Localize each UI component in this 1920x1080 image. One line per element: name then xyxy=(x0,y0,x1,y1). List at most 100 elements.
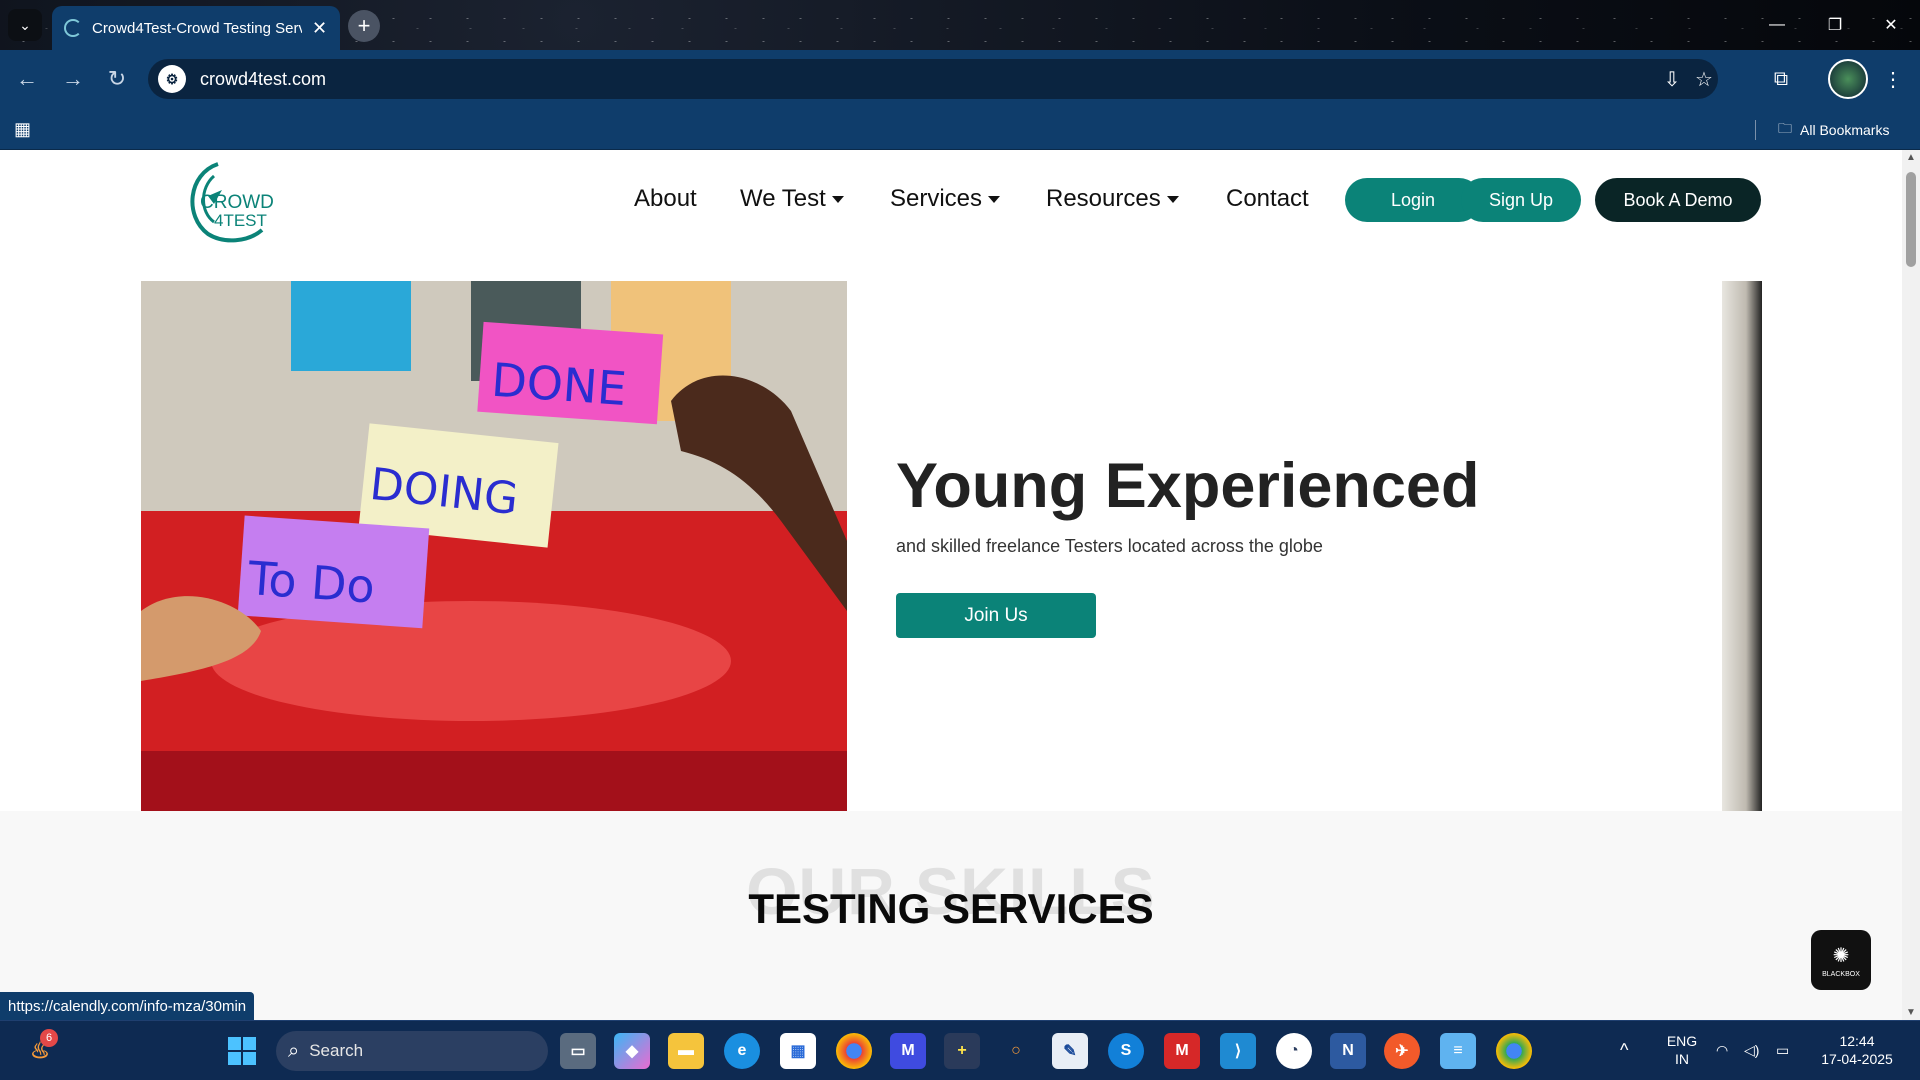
tab-search-button[interactable]: ⌄ xyxy=(8,9,42,41)
tab-title: Crowd4Test-Crowd Testing Serv xyxy=(92,19,302,37)
clock-time: 12:44 xyxy=(1839,1033,1875,1049)
task-view-icon[interactable]: ▭ xyxy=(560,1033,596,1069)
app-icon-plus[interactable]: + xyxy=(944,1033,980,1069)
language-indicator[interactable]: ENG IN xyxy=(1664,1032,1700,1068)
install-app-icon[interactable]: ⇩ xyxy=(1658,65,1686,93)
hero-image: DONE DOING To Do xyxy=(141,281,847,811)
tray-overflow-icon[interactable]: ^ xyxy=(1620,1041,1628,1059)
book-demo-button[interactable]: Book A Demo xyxy=(1595,178,1761,222)
sticky-note-todo: To Do xyxy=(245,551,376,614)
notepad-icon[interactable]: ≡ xyxy=(1440,1033,1476,1069)
nav-about-label: About xyxy=(634,185,697,212)
extensions-icon[interactable]: ⧉ xyxy=(1764,62,1798,96)
app-icon-gauge[interactable]: ◔ xyxy=(1276,1033,1312,1069)
join-us-button[interactable]: Join Us xyxy=(896,593,1096,638)
hero-title: Young Experienced xyxy=(896,451,1480,521)
scroll-thumb[interactable] xyxy=(1906,172,1916,267)
windows-taskbar: ♨ 6 ⌕ Search ▭ ◆ ▬ e ▦ M + ○ ✎ S M ⟩ ◔ N… xyxy=(0,1020,1920,1080)
forward-icon[interactable]: → xyxy=(56,62,90,96)
page-viewport: CROWD 4TEST About We Test Services Resou… xyxy=(0,150,1902,1020)
copilot-icon[interactable]: ◆ xyxy=(614,1033,650,1069)
carousel-next-slide-peek xyxy=(1722,281,1762,811)
logo-text-crowd: CROWD xyxy=(200,192,274,213)
status-bar-url: https://calendly.com/info-mza/30min xyxy=(0,992,255,1020)
url-text[interactable]: crowd4test.com xyxy=(200,69,326,90)
taskbar-search-label: Search xyxy=(309,1041,364,1060)
nav-services-label: Services xyxy=(890,185,983,212)
vscode-icon[interactable]: ⟩ xyxy=(1220,1033,1256,1069)
address-bar[interactable]: ⚙ crowd4test.com ⇩ ☆ xyxy=(148,59,1718,99)
nav-contact-label: Contact xyxy=(1226,185,1309,212)
blackbox-label: BLACKBOX xyxy=(1822,970,1860,978)
apps-grid-icon[interactable]: ▦ xyxy=(14,119,31,140)
skype-icon[interactable]: S xyxy=(1108,1033,1144,1069)
skills-section: OUR SKILLS TESTING SERVICES xyxy=(0,811,1902,1020)
new-tab-button[interactable]: + xyxy=(348,10,380,42)
nav-we-test[interactable]: We Test xyxy=(740,185,844,213)
nav-about[interactable]: About xyxy=(634,185,697,213)
caret-down-icon xyxy=(988,195,1001,203)
taskbar-search[interactable]: ⌕ Search xyxy=(276,1031,548,1071)
wifi-icon[interactable]: ◠ xyxy=(1716,1041,1728,1059)
start-windows-icon[interactable] xyxy=(224,1033,260,1069)
signup-button[interactable]: Sign Up xyxy=(1461,178,1581,222)
reload-icon[interactable]: ↻ xyxy=(100,62,134,96)
edge-icon[interactable]: e xyxy=(724,1033,760,1069)
back-icon[interactable]: ← xyxy=(10,62,44,96)
app-icon-document[interactable]: ✎ xyxy=(1052,1033,1088,1069)
store-icon[interactable]: ▦ xyxy=(780,1033,816,1069)
volume-icon[interactable]: ◁) xyxy=(1744,1041,1759,1059)
browser-toolbar: ← → ↻ ⚙ crowd4test.com ⇩ ☆ ⧉ ⋮ xyxy=(0,50,1920,108)
tab-close-icon[interactable]: ✕ xyxy=(312,18,327,39)
app-icon-m[interactable]: M xyxy=(890,1033,926,1069)
restore-icon[interactable]: ❐ xyxy=(1806,0,1864,50)
blackbox-logo-icon: ✺ xyxy=(1832,944,1850,967)
skills-title: TESTING SERVICES xyxy=(748,885,1154,932)
clock-date: 17-04-2025 xyxy=(1821,1051,1893,1067)
language-line1: ENG xyxy=(1666,1033,1698,1049)
bookmarks-divider xyxy=(1755,120,1756,140)
notification-badge: 6 xyxy=(40,1029,58,1047)
browser-tab[interactable]: Crowd4Test-Crowd Testing Serv ✕ xyxy=(52,6,340,50)
browser-titlebar: ⌄ Crowd4Test-Crowd Testing Serv ✕ + — ❐ … xyxy=(0,0,1920,50)
hero-subtitle: and skilled freelance Testers located ac… xyxy=(896,536,1323,556)
caret-down-icon xyxy=(831,195,844,203)
chrome-active-icon[interactable] xyxy=(1496,1033,1532,1069)
minimize-icon[interactable]: — xyxy=(1748,0,1806,50)
site-favicon-icon xyxy=(64,19,82,37)
app-icon-circle[interactable]: ○ xyxy=(998,1033,1034,1069)
hero-illustration: DONE DOING To Do xyxy=(141,281,847,811)
bookmark-star-icon[interactable]: ☆ xyxy=(1690,65,1718,93)
crowd4test-logo[interactable]: CROWD 4TEST xyxy=(178,156,288,246)
battery-icon[interactable]: ▭ xyxy=(1776,1041,1789,1059)
nav-resources-label: Resources xyxy=(1046,185,1161,212)
page-scrollbar[interactable]: ▲ ▼ xyxy=(1902,150,1920,1020)
blackbox-widget[interactable]: ✺ BLACKBOX xyxy=(1811,930,1871,990)
nav-contact[interactable]: Contact xyxy=(1226,185,1309,213)
chevron-down-icon: ⌄ xyxy=(19,16,31,33)
profile-avatar[interactable] xyxy=(1828,59,1868,99)
chrome-icon[interactable] xyxy=(836,1033,872,1069)
bookmarks-bar: ▦ 🗀 All Bookmarks xyxy=(0,108,1920,150)
scroll-down-icon[interactable]: ▼ xyxy=(1906,1007,1916,1018)
app-icon-chart[interactable]: N xyxy=(1330,1033,1366,1069)
postman-icon[interactable]: ✈ xyxy=(1384,1033,1420,1069)
search-icon: ⌕ xyxy=(288,1039,300,1062)
scroll-up-icon[interactable]: ▲ xyxy=(1906,152,1916,163)
caret-down-icon xyxy=(1166,195,1179,203)
folder-icon: 🗀 xyxy=(1778,120,1792,136)
nav-services[interactable]: Services xyxy=(890,185,1001,213)
nav-we-test-label: We Test xyxy=(740,185,826,212)
all-bookmarks-label: All Bookmarks xyxy=(1800,122,1890,138)
nav-resources[interactable]: Resources xyxy=(1046,185,1179,213)
logo-text-4test: 4TEST xyxy=(214,211,267,230)
all-bookmarks-button[interactable]: 🗀 All Bookmarks xyxy=(1778,118,1889,142)
site-info-icon[interactable]: ⚙ xyxy=(158,65,186,93)
file-explorer-icon[interactable]: ▬ xyxy=(668,1033,704,1069)
menu-kebab-icon[interactable]: ⋮ xyxy=(1876,62,1910,96)
close-window-icon[interactable]: ✕ xyxy=(1862,0,1920,50)
sticky-note-done: DONE xyxy=(490,353,629,416)
clock[interactable]: 12:44 17-04-2025 xyxy=(1812,1032,1902,1068)
language-line2: IN xyxy=(1675,1051,1689,1067)
mcafee-icon[interactable]: M xyxy=(1164,1033,1200,1069)
